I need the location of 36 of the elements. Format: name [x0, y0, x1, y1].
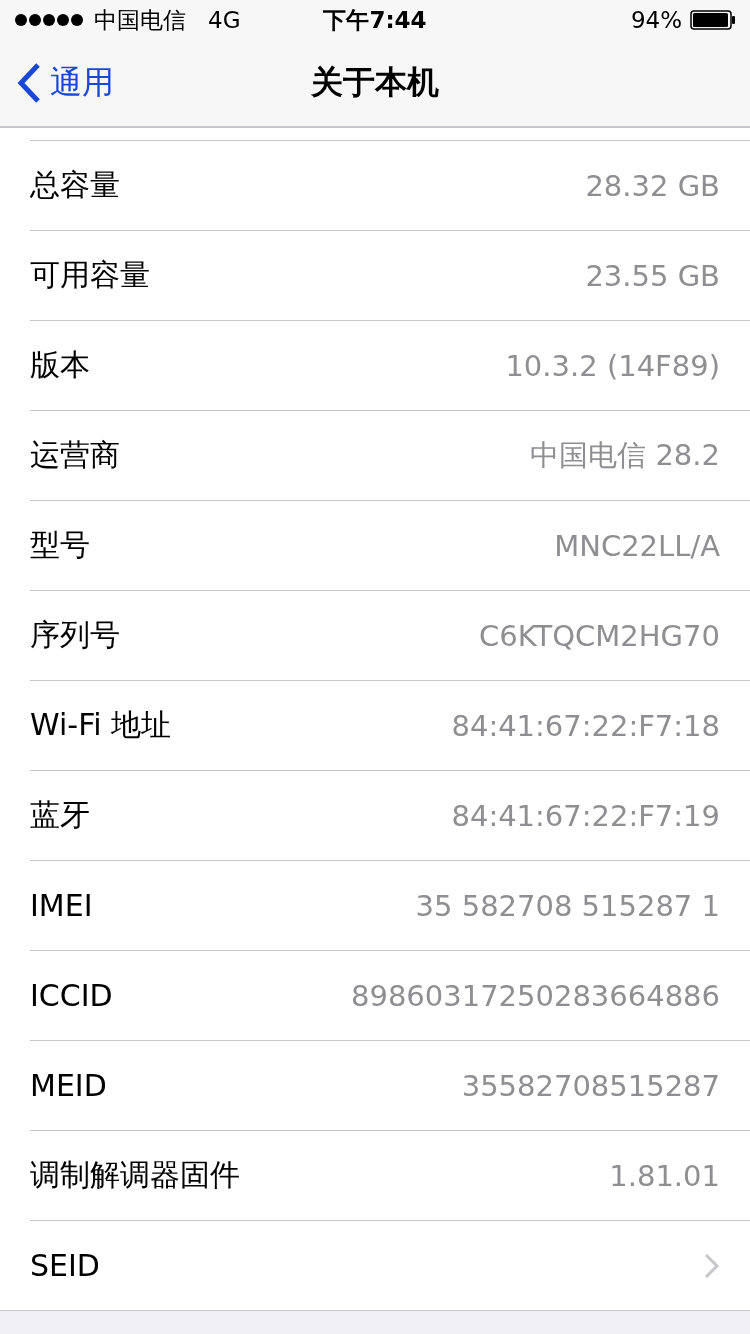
carrier-name: 中国电信	[94, 5, 186, 35]
row-value: 84:41:67:22:F7:18	[451, 708, 720, 743]
row-label: IMEI	[30, 888, 93, 923]
network-type: 4G	[208, 7, 241, 33]
battery-percent: 94%	[630, 7, 682, 33]
row-value: 28.32 GB	[585, 168, 720, 203]
signal-icon	[14, 13, 84, 27]
page-title: 关于本机	[311, 62, 439, 103]
row-label: 运营商	[30, 436, 120, 474]
row-value: 35582708515287	[461, 1068, 720, 1103]
row-label: ICCID	[30, 978, 113, 1013]
row-value: 89860317250283664886	[351, 978, 720, 1013]
row-label: MEID	[30, 1068, 107, 1103]
row-value: 35 582708 515287 1	[415, 888, 720, 923]
row-label: 版本	[30, 346, 90, 384]
row-label: 调制解调器固件	[30, 1156, 240, 1194]
row-label: 序列号	[30, 616, 120, 654]
chevron-right-icon	[704, 1252, 720, 1279]
row-value: C6KTQCM2HG70	[479, 618, 720, 653]
row-label: Wi-Fi 地址	[30, 706, 172, 744]
back-button[interactable]: 通用	[0, 61, 114, 105]
row-label: 总容量	[30, 166, 120, 204]
row-value: 23.55 GB	[585, 258, 720, 293]
back-chevron-icon	[16, 62, 42, 104]
status-time: 下午7:44	[323, 5, 427, 35]
row-value: MNC22LL/A	[554, 528, 720, 563]
info-row[interactable]: SEID	[30, 1220, 750, 1310]
row-label: 蓝牙	[30, 796, 90, 834]
row-value: 1.81.01	[609, 1158, 720, 1193]
row-value: 10.3.2 (14F89)	[505, 348, 720, 383]
row-value: 84:41:67:22:F7:19	[451, 798, 720, 833]
row-label: 型号	[30, 526, 90, 564]
row-label: SEID	[30, 1248, 100, 1283]
row-value: 中国电信 28.2	[530, 436, 720, 474]
row-label: 可用容量	[30, 256, 150, 294]
battery-icon	[690, 10, 736, 30]
